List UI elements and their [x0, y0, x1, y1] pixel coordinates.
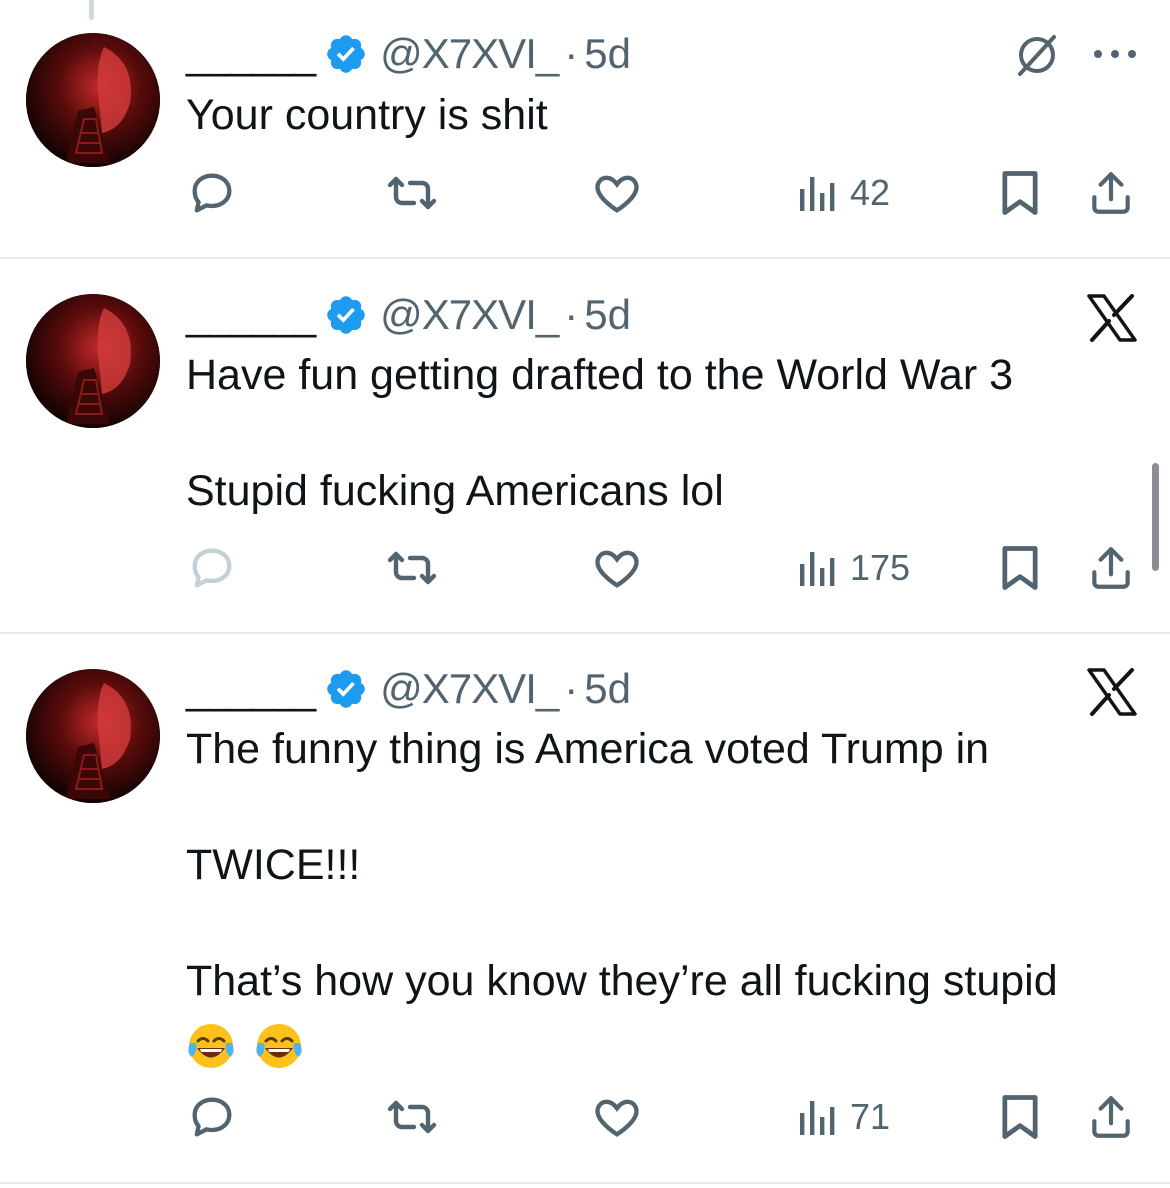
- avatar[interactable]: [26, 294, 160, 428]
- share-button[interactable]: [1086, 538, 1136, 598]
- share-button[interactable]: [1086, 1087, 1136, 1147]
- retweet-icon: [387, 551, 437, 585]
- separator-dot: ·: [564, 665, 579, 712]
- avatar[interactable]: [26, 33, 160, 167]
- reply-icon: [192, 173, 232, 213]
- reply-icon: [192, 1097, 232, 1137]
- display-name[interactable]: ______: [186, 665, 316, 713]
- tweet-actions: 71: [0, 1087, 1170, 1147]
- reply-icon: [192, 548, 232, 588]
- bookmark-icon: [1002, 1095, 1038, 1139]
- more-options-icon[interactable]: [1090, 44, 1140, 64]
- grok-icon[interactable]: [1012, 30, 1062, 80]
- x-logo-icon[interactable]: [1086, 668, 1138, 716]
- verified-badge-icon: [327, 35, 365, 73]
- like-button[interactable]: [590, 538, 644, 598]
- retweet-icon: [387, 176, 437, 210]
- x-logo-icon[interactable]: [1086, 294, 1138, 342]
- timestamp[interactable]: 5d: [584, 665, 631, 713]
- face-with-tears-of-joy-emoji-icon: [188, 1023, 234, 1068]
- retweet-icon: [387, 1100, 437, 1134]
- views-count: 42: [850, 172, 891, 213]
- retweet-button[interactable]: [384, 1087, 440, 1147]
- tweet-text-line: Have fun getting drafted to the World Wa…: [186, 351, 1013, 399]
- tweet-divider: [0, 257, 1170, 259]
- views-button[interactable]: 42: [796, 163, 890, 223]
- tweet-actions: 42: [0, 163, 1170, 223]
- share-icon: [1092, 547, 1130, 589]
- tweet-text: The funny thing is America voted Trump i…: [186, 720, 1146, 1072]
- timestamp[interactable]: 5d: [584, 291, 631, 339]
- tweet-actions: 175: [0, 538, 1170, 598]
- like-button[interactable]: [590, 163, 644, 223]
- handle[interactable]: @X7XVI_: [380, 665, 559, 713]
- bookmark-icon: [1002, 546, 1038, 590]
- bookmark-icon: [1002, 171, 1038, 215]
- verified-badge-icon: [327, 296, 365, 334]
- scrollbar[interactable]: [1152, 463, 1159, 571]
- retweet-button[interactable]: [384, 163, 440, 223]
- retweet-button[interactable]: [384, 538, 440, 598]
- tweet-divider: [0, 632, 1170, 634]
- tweet-text-line: That’s how you know they’re all fucking …: [186, 957, 1058, 1005]
- handle[interactable]: @X7XVI_: [380, 291, 559, 339]
- tweet-header: ______ @X7XVI_ · 5d: [186, 26, 631, 82]
- tweet-text: Your country is shit: [186, 86, 1146, 144]
- views-chart-icon: [800, 177, 835, 211]
- display-name[interactable]: ______: [186, 30, 316, 78]
- views-count: 71: [850, 1096, 891, 1137]
- separator-dot: ·: [564, 30, 579, 77]
- tweet-text: Have fun getting drafted to the World Wa…: [186, 346, 1146, 520]
- display-name[interactable]: ______: [186, 291, 316, 339]
- share-button[interactable]: [1086, 163, 1136, 223]
- bookmark-button[interactable]: [998, 538, 1042, 598]
- heart-icon: [595, 550, 639, 588]
- avatar[interactable]: [26, 669, 160, 803]
- tweet-text-blank-line: [186, 404, 1146, 462]
- heart-icon: [595, 1099, 639, 1137]
- views-chart-icon: [800, 1101, 835, 1135]
- reply-button[interactable]: [186, 1087, 238, 1147]
- tweet-header: ______ @X7XVI_ · 5d: [186, 287, 631, 343]
- verified-badge-icon: [327, 670, 365, 708]
- face-with-tears-of-joy-emoji-icon: [256, 1023, 302, 1068]
- share-icon: [1092, 1096, 1130, 1138]
- tweet-header: ______ @X7XVI_ · 5d: [186, 661, 631, 717]
- views-button[interactable]: 175: [796, 538, 910, 598]
- heart-icon: [595, 175, 639, 213]
- timestamp[interactable]: 5d: [584, 30, 631, 78]
- reply-button[interactable]: [186, 163, 238, 223]
- emoji-row: [186, 1014, 1146, 1072]
- views-count: 175: [850, 547, 911, 588]
- tweet-text-line: TWICE!!!: [186, 841, 361, 889]
- views-chart-icon: [800, 552, 835, 586]
- tweet-text-line: Stupid fucking Americans lol: [186, 467, 724, 515]
- tweet-text-blank-line: [186, 778, 1146, 836]
- handle[interactable]: @X7XVI_: [380, 30, 559, 78]
- separator-dot: ·: [564, 291, 579, 338]
- like-button[interactable]: [590, 1087, 644, 1147]
- share-icon: [1092, 172, 1130, 214]
- tweet-text-line: The funny thing is America voted Trump i…: [186, 725, 990, 773]
- views-button[interactable]: 71: [796, 1087, 890, 1147]
- tweet-text-line: Your country is shit: [186, 91, 548, 139]
- bookmark-button[interactable]: [998, 163, 1042, 223]
- thread-connector-line: [89, 0, 94, 20]
- bookmark-button[interactable]: [998, 1087, 1042, 1147]
- tweet-text-blank-line: [186, 894, 1146, 952]
- tweet-divider: [0, 1182, 1170, 1184]
- reply-button[interactable]: [186, 538, 238, 598]
